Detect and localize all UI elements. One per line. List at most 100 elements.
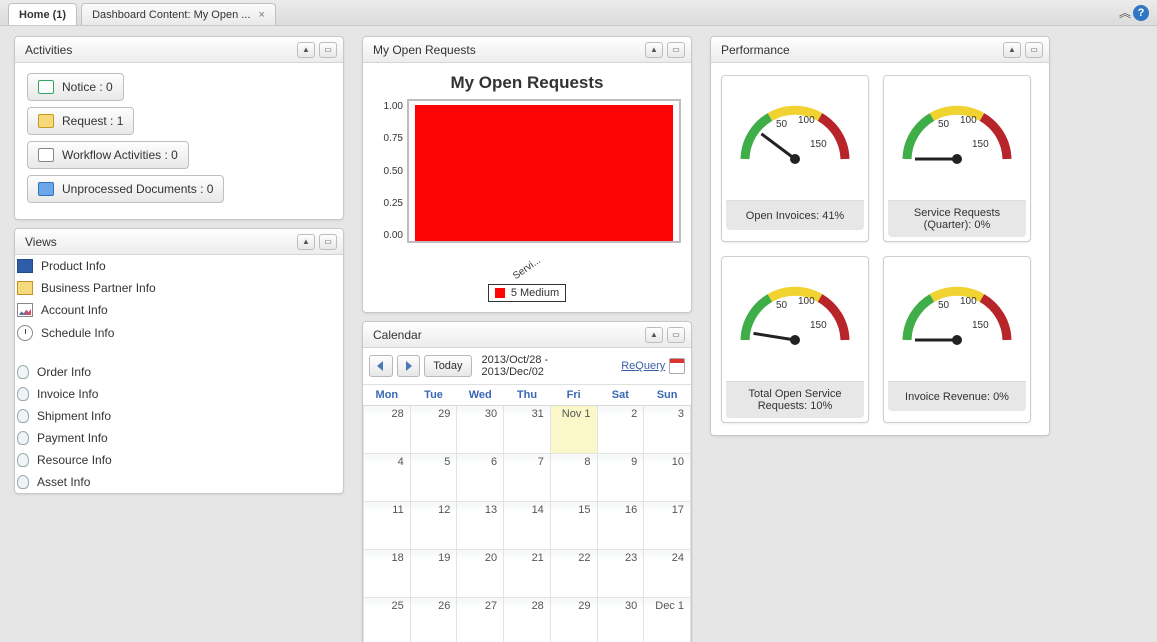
- close-icon[interactable]: ×: [258, 9, 264, 21]
- svg-text:150: 150: [972, 320, 989, 331]
- calendar-day-cell[interactable]: 30: [597, 598, 644, 642]
- calendar-day-cell[interactable]: 11: [364, 502, 411, 550]
- tab-home-label: Home (1): [19, 9, 66, 21]
- calendar-day-cell[interactable]: 30: [457, 406, 504, 454]
- panel-maximize-icon[interactable]: ▭: [319, 234, 337, 250]
- panel-collapse-icon[interactable]: ▲: [297, 42, 315, 58]
- calendar-day-cell[interactable]: 20: [457, 550, 504, 598]
- calendar-day-cell[interactable]: 7: [504, 454, 551, 502]
- svg-text:150: 150: [810, 320, 827, 331]
- chart-y-axis: 1.00 0.75 0.50 0.25 0.00: [373, 99, 407, 243]
- calendar-day-cell[interactable]: Nov 1: [550, 406, 597, 454]
- gauge-open-invoices[interactable]: 50 100 150 Open Invoices: 41%: [721, 75, 869, 242]
- collapse-icon[interactable]: ︽: [1119, 4, 1127, 21]
- svg-text:150: 150: [972, 139, 989, 150]
- calendar-dow-header: Sat: [597, 385, 644, 406]
- panel-maximize-icon[interactable]: ▭: [667, 42, 685, 58]
- calendar-day-cell[interactable]: 5: [410, 454, 457, 502]
- calendar-day-cell[interactable]: 8: [550, 454, 597, 502]
- view-label: Shipment Info: [37, 409, 111, 423]
- calendar-day-cell[interactable]: 27: [457, 598, 504, 642]
- notice-button[interactable]: Notice : 0: [27, 73, 124, 101]
- view-payment-info[interactable]: Payment Info: [17, 431, 341, 445]
- calendar-day-cell[interactable]: 28: [504, 598, 551, 642]
- calendar-day-cell[interactable]: 16: [597, 502, 644, 550]
- notice-label: Notice : 0: [62, 80, 113, 94]
- calendar-requery-link[interactable]: ReQuery: [621, 360, 665, 372]
- calendar-day-cell[interactable]: 23: [597, 550, 644, 598]
- calendar-day-cell[interactable]: 14: [504, 502, 551, 550]
- panel-collapse-icon[interactable]: ▲: [645, 42, 663, 58]
- calendar-day-cell[interactable]: 21: [504, 550, 551, 598]
- panel-maximize-icon[interactable]: ▭: [319, 42, 337, 58]
- calendar-day-cell[interactable]: 28: [364, 406, 411, 454]
- calendar-day-cell[interactable]: 6: [457, 454, 504, 502]
- view-order-info[interactable]: Order Info: [17, 365, 341, 379]
- panel-maximize-icon[interactable]: ▭: [667, 327, 685, 343]
- calendar-prev-button[interactable]: [369, 355, 393, 377]
- today-label: Today: [433, 360, 462, 372]
- calendar-next-button[interactable]: [397, 355, 421, 377]
- tab-home[interactable]: Home (1): [8, 3, 77, 25]
- calendar-today-button[interactable]: Today: [424, 355, 471, 377]
- bulb-icon: [17, 387, 29, 401]
- bulb-icon: [17, 431, 29, 445]
- calendar-day-cell[interactable]: 9: [597, 454, 644, 502]
- calendar-day-cell[interactable]: Dec 1: [644, 598, 691, 642]
- panel-collapse-icon[interactable]: ▲: [645, 327, 663, 343]
- calendar-day-cell[interactable]: 19: [410, 550, 457, 598]
- view-asset-info[interactable]: Asset Info: [17, 475, 341, 489]
- gauge-total-open-service-requests[interactable]: 50 100 150 Total Open Service Requests: …: [721, 256, 869, 423]
- view-label: Resource Info: [37, 453, 112, 467]
- calendar-day-cell[interactable]: 29: [550, 598, 597, 642]
- calendar-day-cell[interactable]: 2: [597, 406, 644, 454]
- calendar-day-cell[interactable]: 18: [364, 550, 411, 598]
- product-icon: [17, 259, 33, 273]
- view-resource-info[interactable]: Resource Info: [17, 453, 341, 467]
- view-schedule-info[interactable]: Schedule Info: [17, 325, 341, 341]
- view-shipment-info[interactable]: Shipment Info: [17, 409, 341, 423]
- schedule-icon: [17, 325, 33, 341]
- performance-title: Performance: [721, 43, 1003, 57]
- calendar-day-cell[interactable]: 10: [644, 454, 691, 502]
- calendar-day-cell[interactable]: 12: [410, 502, 457, 550]
- tab-dashboard[interactable]: Dashboard Content: My Open ... ×: [81, 3, 276, 25]
- view-invoice-info[interactable]: Invoice Info: [17, 387, 341, 401]
- calendar-day-cell[interactable]: 4: [364, 454, 411, 502]
- view-product-info[interactable]: Product Info: [17, 259, 341, 273]
- calendar-day-cell[interactable]: 3: [644, 406, 691, 454]
- panel-collapse-icon[interactable]: ▲: [1003, 42, 1021, 58]
- panel-collapse-icon[interactable]: ▲: [297, 234, 315, 250]
- gauge-total-open-service-requests-label: Total Open Service Requests: 10%: [726, 381, 864, 418]
- gauge-invoice-revenue[interactable]: 50 100 150 Invoice Revenue: 0%: [883, 256, 1031, 423]
- svg-text:100: 100: [960, 296, 977, 307]
- view-bp-info[interactable]: Business Partner Info: [17, 281, 341, 295]
- workflow-button[interactable]: Workflow Activities : 0: [27, 141, 189, 169]
- workflow-icon: [38, 148, 54, 162]
- request-button[interactable]: Request : 1: [27, 107, 134, 135]
- svg-text:50: 50: [938, 300, 950, 311]
- requests-panel-title: My Open Requests: [373, 43, 645, 57]
- views-title: Views: [25, 235, 297, 249]
- gauge-service-requests[interactable]: 50 100 150 Service Requests (Quarter): 0…: [883, 75, 1031, 242]
- svg-text:150: 150: [810, 139, 827, 150]
- tab-dashboard-label: Dashboard Content: My Open ...: [92, 9, 250, 21]
- unprocessed-button[interactable]: Unprocessed Documents : 0: [27, 175, 224, 203]
- view-label: Product Info: [41, 259, 106, 273]
- calendar-day-cell[interactable]: 24: [644, 550, 691, 598]
- chart-bar[interactable]: [415, 105, 673, 241]
- panel-maximize-icon[interactable]: ▭: [1025, 42, 1043, 58]
- tab-bar: Home (1) Dashboard Content: My Open ... …: [0, 0, 1157, 26]
- calendar-day-cell[interactable]: 29: [410, 406, 457, 454]
- calendar-day-cell[interactable]: 17: [644, 502, 691, 550]
- calendar-day-cell[interactable]: 22: [550, 550, 597, 598]
- calendar-dow-header: Sun: [644, 385, 691, 406]
- calendar-day-cell[interactable]: 13: [457, 502, 504, 550]
- help-icon[interactable]: ?: [1133, 5, 1149, 21]
- calendar-day-cell[interactable]: 31: [504, 406, 551, 454]
- calendar-day-cell[interactable]: 25: [364, 598, 411, 642]
- calendar-day-cell[interactable]: 26: [410, 598, 457, 642]
- calendar-icon[interactable]: [669, 358, 685, 374]
- calendar-day-cell[interactable]: 15: [550, 502, 597, 550]
- view-account-info[interactable]: Account Info: [17, 303, 341, 317]
